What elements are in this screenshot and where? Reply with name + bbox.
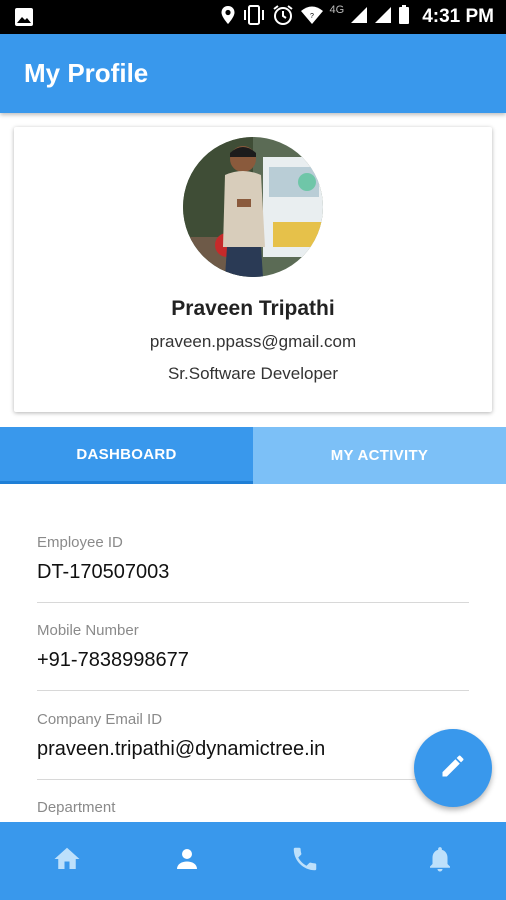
field-value: DT-170507003 <box>37 561 170 583</box>
profile-name: Praveen Tripathi <box>171 297 335 320</box>
nav-notifications[interactable] <box>400 822 480 900</box>
svg-text:?: ? <box>310 13 314 20</box>
phone-icon <box>290 844 320 879</box>
field-employee-id: Employee ID DT-170507003 <box>37 534 469 603</box>
field-value: praveen.tripathi@dynamictree.in <box>37 738 326 760</box>
person-icon <box>172 844 202 879</box>
bottom-navigation <box>0 822 506 900</box>
edit-button[interactable] <box>414 729 492 807</box>
location-icon <box>220 5 236 30</box>
field-mobile-number: Mobile Number +91-7838998677 <box>37 622 469 691</box>
tab-dashboard[interactable]: DASHBOARD <box>0 427 253 484</box>
nav-phone[interactable] <box>265 822 345 900</box>
alarm-icon <box>272 4 294 31</box>
profile-designation: Sr.Software Developer <box>167 364 339 383</box>
field-label: Employee ID <box>37 534 123 551</box>
bell-icon <box>425 844 455 879</box>
edit-icon <box>439 752 467 785</box>
tab-my-activity[interactable]: MY ACTIVITY <box>253 427 506 484</box>
field-label: Department <box>37 799 116 816</box>
nav-profile[interactable] <box>147 822 227 900</box>
tab-bar: DASHBOARD MY ACTIVITY <box>0 427 506 484</box>
field-company-email: Company Email ID praveen.tripathi@dynami… <box>37 711 469 780</box>
page-title: My Profile <box>24 58 149 88</box>
profile-card: Praveen Tripathi praveen.ppass@gmail.com… <box>14 127 492 412</box>
field-label: Company Email ID <box>37 711 163 728</box>
wifi-icon: ? <box>300 5 324 30</box>
signal-icon <box>350 6 368 29</box>
field-value: +91-7838998677 <box>37 649 189 671</box>
field-label: Mobile Number <box>37 622 139 639</box>
home-icon <box>52 844 82 879</box>
profile-email: praveen.ppass@gmail.com <box>149 332 357 351</box>
nav-home[interactable] <box>27 822 107 900</box>
signal-icon <box>374 6 392 29</box>
app-bar: My Profile <box>0 34 506 113</box>
status-bar: ? 4G 4:31 PM <box>0 0 506 34</box>
avatar[interactable] <box>183 137 323 277</box>
network-type: 4G <box>329 4 345 16</box>
battery-icon <box>398 4 410 30</box>
status-time: 4:31 PM <box>422 6 494 27</box>
image-icon <box>14 7 34 32</box>
vibrate-icon <box>242 4 266 30</box>
